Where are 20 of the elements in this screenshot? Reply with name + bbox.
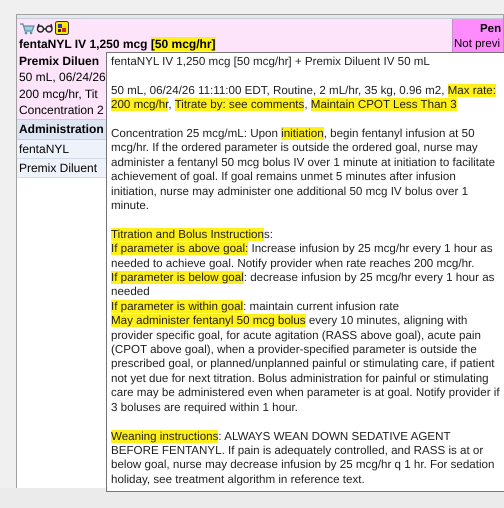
order-title: fentaNYL IV 1,250 mcg [50 mcg/hr] (19, 36, 216, 53)
glasses-icon[interactable] (36, 23, 54, 33)
tooltip-text: Weaning instructions: ALWAYS WEAN DOWN SEDATIVE AGENT BEFORE FENTANYL. If pain is adequately controlled, and RASS is at or below goal, nurse may decrease infusion by 25 mcg/hr q 1 hr. For sedation holiday, see treatment algorithm in reference text. (111, 430, 496, 488)
order-detail: 200 mcg/hr, Tit (19, 86, 98, 102)
order-detail: 50 mL, 06/24/26 (19, 69, 106, 86)
order-detail: Premix Diluen (19, 52, 100, 70)
status-text: Not previ (454, 37, 500, 52)
tooltip-text: fentaNYL IV 1,250 mcg [50 mcg/hr] + Premix Diluent IV 50 mL (111, 55, 431, 70)
tooltip-text: If parameter is above goal: Increase infusion by 25 mcg/hr every 1 hour as needed to achieve goal. Notify provider when rate reaches 200 mcg/hr. (111, 242, 494, 272)
column-heading: Administration (19, 121, 104, 138)
tooltip-text: May administer fentanyl 50 mcg bolus every 10 minutes, aligning with provider specific goal, for acute agitation (RASS above goal), acute pain (CPOT above goal), when a provider-specified parameter is outside the prescribed goal, or planned/unplanned painful or stimulating care, if patient not yet due for next titration. Bolus administration for painful or stimulating care may be administered even when parameter is at goal. Notify provider if 3 boluses are required within 1 hour. (111, 314, 500, 416)
status-title: Pen (479, 22, 502, 37)
tooltip-text: If parameter is within goal: maintain current infusion rate (111, 300, 400, 314)
legend-icon[interactable] (55, 21, 69, 35)
tooltip-text: Concentration 25 mcg/mL: Upon initiation, begin fentanyl infusion at 50 mcg/hr. If the ordered parameter is outside the ordered goal, nurse may administer a fentanyl 50 mcg bolus IV over 1 minute at initiation to facilitate achievement of goal. If goal remains unmet 5 minutes after infusion initiation, nurse may administer one additional 50 mcg IV bolus over 1 minute. (111, 127, 496, 214)
tooltip-text: If parameter is below goal: decrease infusion by 25 mcg/hr every 1 hour as needed (111, 271, 496, 300)
order-detail: Concentration 2 (19, 102, 104, 119)
table-cell-text: fentaNYL (19, 141, 70, 158)
table-cell-text: Premix Diluent (19, 160, 98, 177)
tooltip-text: Titration and Bolus Instructions: (111, 228, 274, 242)
